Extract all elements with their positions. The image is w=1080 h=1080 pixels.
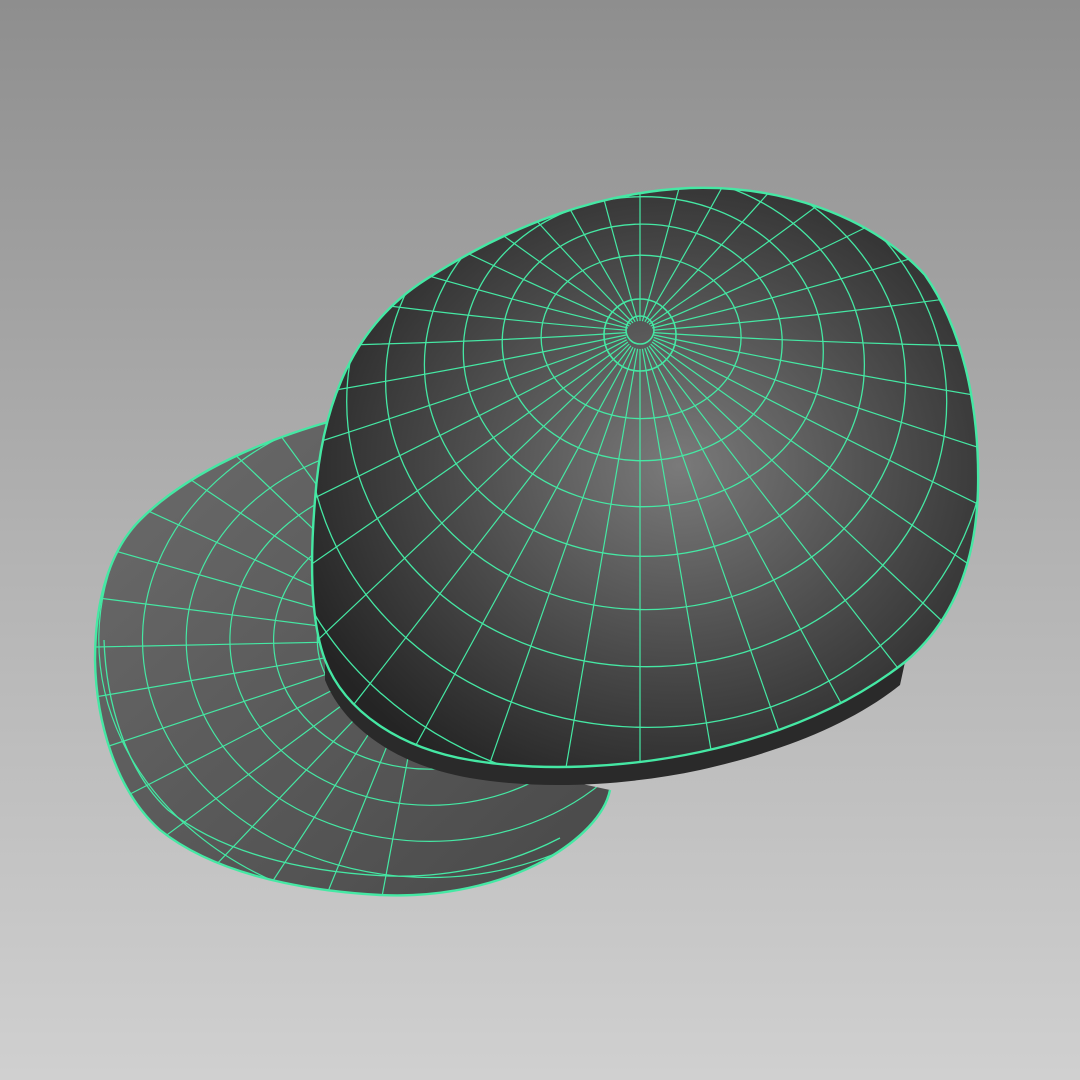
3d-viewport[interactable] [0,0,1080,1080]
cap-wireframe-render [0,0,1080,1080]
